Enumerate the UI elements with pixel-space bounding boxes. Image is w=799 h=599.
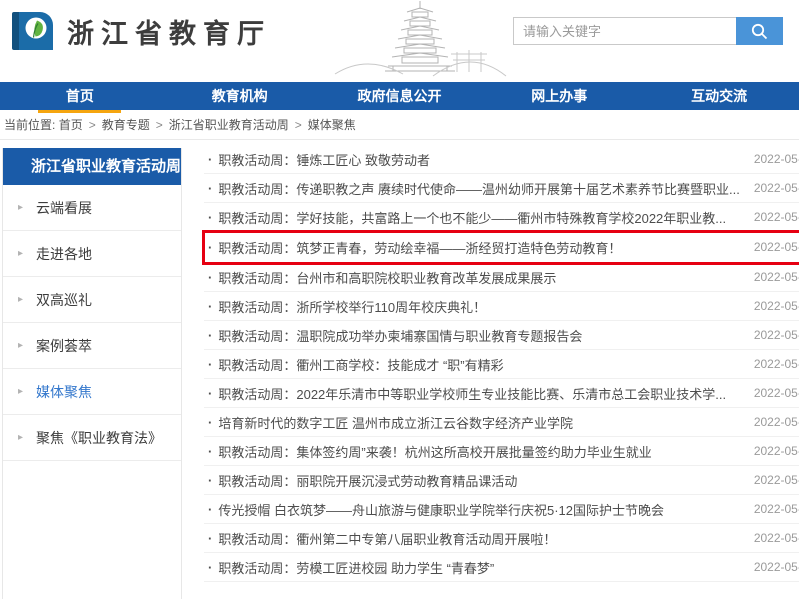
news-row[interactable]: 职教活动周：锤炼工匠心 致敬劳动者 2022-05-18 — [204, 145, 799, 174]
news-row[interactable]: 职教活动周：2022年乐清市中等职业学校师生专业技能比赛、乐清市总工会职业技术学… — [204, 379, 799, 408]
news-title[interactable]: 职教活动周：学好技能，共富路上一个也不能少——衢州市特殊教育学校2022年职业教… — [218, 208, 739, 227]
news-row[interactable]: 职教活动周：学好技能，共富路上一个也不能少——衢州市特殊教育学校2022年职业教… — [204, 203, 799, 232]
search-input[interactable] — [513, 17, 736, 45]
search-button[interactable] — [736, 17, 783, 45]
breadcrumb-item[interactable]: 首页 — [59, 118, 83, 132]
nav-tab-5[interactable]: 互动交流 — [639, 82, 799, 110]
breadcrumb-separator: > — [295, 118, 302, 132]
news-title[interactable]: 职教活动周：2022年乐清市中等职业学校师生专业技能比赛、乐清市总工会职业技术学… — [218, 384, 739, 403]
search-bar — [513, 17, 783, 45]
nav-tabs: 首页教育机构政府信息公开网上办事互动交流 — [0, 82, 799, 110]
news-row[interactable]: 职教活动周：浙所学校举行110周年校庆典礼！ 2022-05-16 — [204, 292, 799, 321]
news-title[interactable]: 职教活动周：集体签约周”来袭！杭州这所高校开展批量签约助力毕业生就业 — [218, 442, 739, 461]
news-row[interactable]: 职教活动周：衢州工商学校：技能成才 “职”有精彩 2022-05-16 — [204, 350, 799, 379]
sidebar-title: 浙江省职业教育活动周 — [3, 148, 181, 185]
news-title[interactable]: 职教活动周：温职院成功举办柬埔寨国情与职业教育专题报告会 — [218, 326, 739, 345]
search-icon — [750, 22, 769, 41]
main-nav: 首页教育机构政府信息公开网上办事互动交流 — [0, 82, 799, 110]
breadcrumb-prefix: 当前位置: — [4, 118, 55, 132]
breadcrumb-items: 首页 > 教育专题 > 浙江省职业教育活动周 > 媒体聚焦 — [59, 118, 356, 132]
news-title[interactable]: 职教活动周：劳模工匠进校园 助力学生 “青春梦” — [218, 558, 739, 577]
news-date: 2022-05-14 — [754, 444, 799, 458]
nav-tab-2[interactable]: 教育机构 — [160, 82, 320, 110]
news-row[interactable]: 职教活动周：衢州第二中专第八届职业教育活动周开展啦！ 2022-05-14 — [204, 524, 799, 553]
site-title: 浙江省教育厅 — [67, 12, 271, 51]
site-header: 浙江省教育厅 — [0, 0, 799, 82]
news-row[interactable]: 培育新时代的数字工匠 温州市成立浙江云谷数字经济产业学院 2022-05-14 — [204, 408, 799, 437]
breadcrumb: 当前位置: 首页 > 教育专题 > 浙江省职业教育活动周 > 媒体聚焦 — [0, 110, 799, 140]
news-title[interactable]: 职教活动周：丽职院开展沉浸式劳动教育精品课活动 — [218, 471, 739, 490]
sidebar-item-3[interactable]: 双高巡礼 — [3, 277, 181, 323]
news-title[interactable]: 职教活动周：衢州工商学校：技能成才 “职”有精彩 — [218, 355, 739, 374]
news-date: 2022-05-18 — [754, 210, 799, 224]
page-body: 浙江省职业教育活动周 云端看展走进各地双高巡礼案例荟萃媒体聚焦聚焦《职业教育法》… — [0, 140, 799, 599]
news-date: 2022-05-16 — [754, 328, 799, 342]
sidebar-items: 云端看展走进各地双高巡礼案例荟萃媒体聚焦聚焦《职业教育法》 — [3, 185, 181, 461]
news-date: 2022-05-16 — [754, 299, 799, 313]
news-title[interactable]: 职教活动周：筑梦正青春，劳动绘幸福——浙经贸打造特色劳动教育！ — [218, 238, 739, 257]
news-date: 2022-05-18 — [754, 270, 799, 284]
news-row[interactable]: 传光授帽 白衣筑梦——舟山旅游与健康职业学院举行庆祝5·12国际护士节晚会 202… — [204, 495, 799, 524]
sidebar-item-2[interactable]: 走进各地 — [3, 231, 181, 277]
news-title[interactable]: 职教活动周：台州市和高职院校职业教育改革发展成果展示 — [218, 268, 739, 287]
news-title[interactable]: 职教活动周：传递职教之声 赓续时代使命——温州幼师开展第十届艺术素养节比赛暨职业… — [218, 179, 739, 198]
breadcrumb-separator: > — [89, 118, 96, 132]
breadcrumb-item[interactable]: 媒体聚焦 — [308, 118, 356, 132]
news-date: 2022-05-18 — [754, 181, 799, 195]
nav-tab-1[interactable]: 首页 — [0, 82, 160, 110]
sidebar-item-4[interactable]: 案例荟萃 — [3, 323, 181, 369]
news-date: 2022-05-14 — [754, 560, 799, 574]
news-row[interactable]: 职教活动周：筑梦正青春，劳动绘幸福——浙经贸打造特色劳动教育！ 2022-05-1… — [204, 232, 799, 263]
news-title[interactable]: 职教活动周：衢州第二中专第八届职业教育活动周开展啦！ — [218, 529, 739, 548]
breadcrumb-separator: > — [156, 118, 163, 132]
news-date: 2022-05-14 — [754, 531, 799, 545]
news-title[interactable]: 培育新时代的数字工匠 温州市成立浙江云谷数字经济产业学院 — [218, 413, 739, 432]
page: 浙江省教育厅 — [0, 0, 799, 599]
news-title[interactable]: 职教活动周：浙所学校举行110周年校庆典礼！ — [218, 297, 739, 316]
site-logo[interactable]: 浙江省教育厅 — [8, 9, 271, 53]
book-leaf-logo-icon — [8, 9, 54, 53]
breadcrumb-item[interactable]: 浙江省职业教育活动周 — [169, 118, 289, 132]
sidebar-item-6[interactable]: 聚焦《职业教育法》 — [3, 415, 181, 461]
breadcrumb-item[interactable]: 教育专题 — [102, 118, 150, 132]
news-date: 2022-05-16 — [754, 386, 799, 400]
pagoda-sketch-icon — [333, 0, 508, 80]
news-row[interactable]: 职教活动周：劳模工匠进校园 助力学生 “青春梦” 2022-05-14 — [204, 553, 799, 582]
news-row[interactable]: 职教活动周：传递职教之声 赓续时代使命——温州幼师开展第十届艺术素养节比赛暨职业… — [204, 174, 799, 203]
news-date: 2022-05-14 — [754, 502, 799, 516]
news-date: 2022-05-14 — [754, 415, 799, 429]
news-date: 2022-05-18 — [754, 152, 799, 166]
news-title[interactable]: 职教活动周：锤炼工匠心 致敬劳动者 — [218, 150, 739, 169]
nav-tab-3[interactable]: 政府信息公开 — [320, 82, 480, 110]
news-row[interactable]: 职教活动周：温职院成功举办柬埔寨国情与职业教育专题报告会 2022-05-16 — [204, 321, 799, 350]
news-title[interactable]: 传光授帽 白衣筑梦——舟山旅游与健康职业学院举行庆祝5·12国际护士节晚会 — [218, 500, 739, 519]
news-date: 2022-05-16 — [754, 357, 799, 371]
nav-tab-4[interactable]: 网上办事 — [479, 82, 639, 110]
news-date: 2022-05-18 — [754, 240, 799, 254]
sidebar: 浙江省职业教育活动周 云端看展走进各地双高巡礼案例荟萃媒体聚焦聚焦《职业教育法》 — [2, 148, 182, 599]
news-row[interactable]: 职教活动周：集体签约周”来袭！杭州这所高校开展批量签约助力毕业生就业 2022-0… — [204, 437, 799, 466]
news-list: 职教活动周：锤炼工匠心 致敬劳动者 2022-05-18 职教活动周：传递职教之声 … — [204, 145, 799, 582]
news-date: 2022-05-14 — [754, 473, 799, 487]
news-row[interactable]: 职教活动周：台州市和高职院校职业教育改革发展成果展示 2022-05-18 — [204, 263, 799, 292]
sidebar-item-1[interactable]: 云端看展 — [3, 185, 181, 231]
sidebar-item-5[interactable]: 媒体聚焦 — [3, 369, 181, 415]
news-row[interactable]: 职教活动周：丽职院开展沉浸式劳动教育精品课活动 2022-05-14 — [204, 466, 799, 495]
